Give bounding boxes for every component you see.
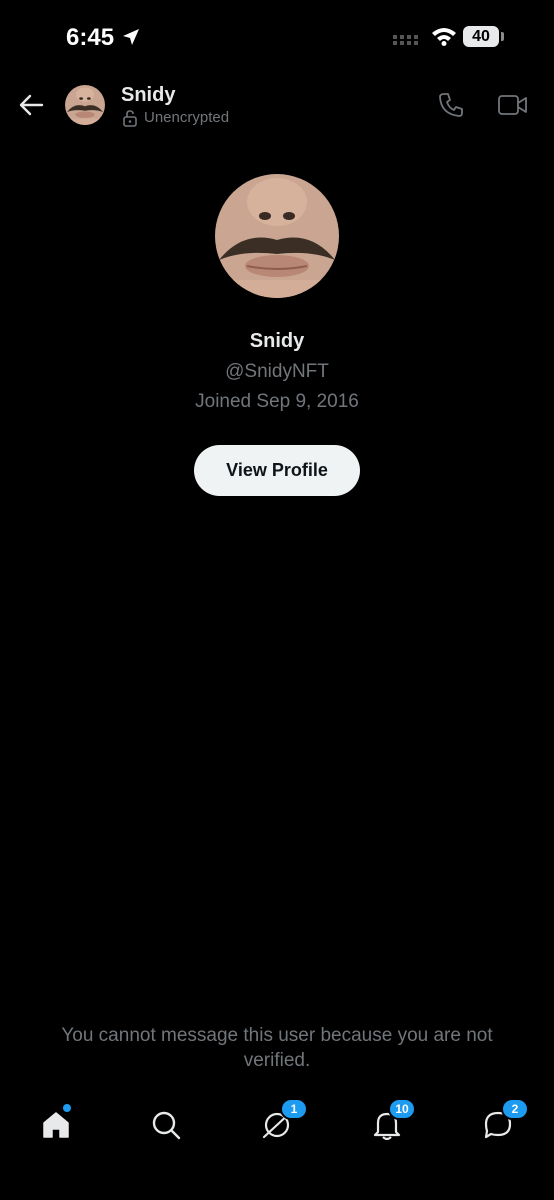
notifications-badge: 10 — [388, 1098, 416, 1120]
battery-nub — [501, 32, 504, 41]
search-icon — [152, 1111, 181, 1140]
profile-handle: @SnidyNFT — [225, 361, 329, 382]
tab-notifications[interactable]: 10 — [368, 1098, 416, 1144]
avatar[interactable] — [65, 85, 105, 125]
view-profile-button[interactable]: View Profile — [194, 445, 360, 496]
location-arrow-icon — [121, 27, 141, 52]
not-verified-notice: You cannot message this user because you… — [61, 1025, 493, 1071]
signal-icon — [393, 33, 423, 52]
lock-open-icon — [122, 110, 138, 132]
tab-messages[interactable]: 2 — [479, 1098, 529, 1144]
home-indicator-dot — [63, 1104, 71, 1112]
conversation-name: Snidy — [121, 84, 176, 106]
profile-avatar[interactable] — [215, 174, 339, 298]
video-icon[interactable] — [498, 94, 528, 121]
back-arrow-icon[interactable] — [18, 92, 44, 123]
wifi-icon — [431, 26, 457, 51]
battery-level: 40 — [472, 28, 490, 45]
tab-search[interactable] — [147, 1106, 185, 1144]
phone-icon[interactable] — [438, 92, 464, 123]
tab-spaces[interactable]: 1 — [258, 1098, 308, 1144]
home-icon — [43, 1112, 69, 1138]
messages-badge: 2 — [501, 1098, 529, 1120]
tab-home[interactable] — [37, 1104, 75, 1144]
status-time: 6:45 — [66, 24, 115, 51]
battery-icon: 40 — [463, 26, 499, 47]
profile-joined-date: Joined Sep 9, 2016 — [195, 391, 359, 412]
encryption-status: Unencrypted — [144, 109, 230, 126]
spaces-badge: 1 — [280, 1098, 308, 1120]
profile-name: Snidy — [249, 330, 305, 352]
